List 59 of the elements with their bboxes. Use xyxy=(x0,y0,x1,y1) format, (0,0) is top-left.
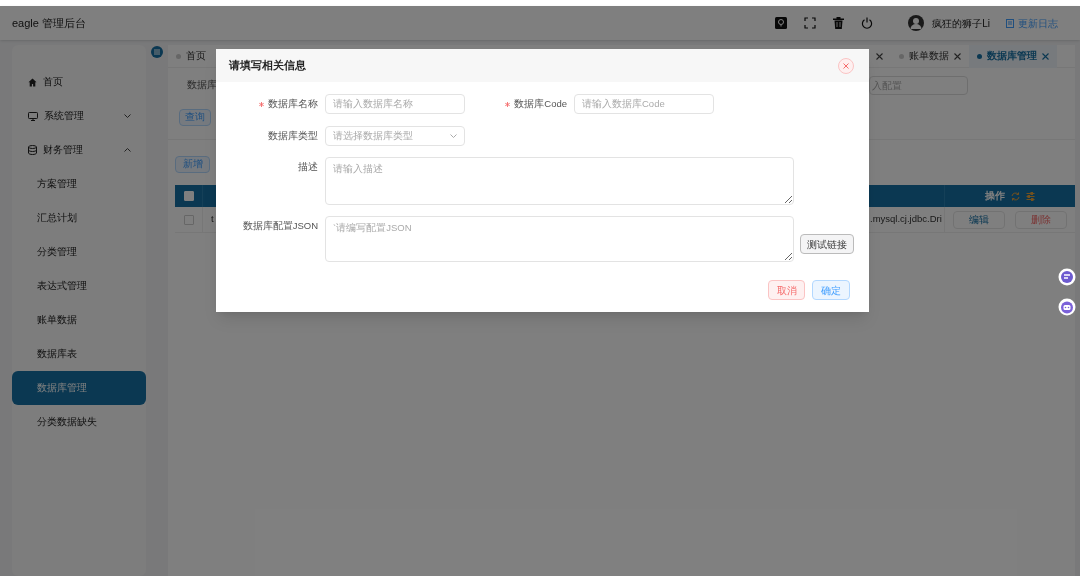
home-icon xyxy=(28,77,37,87)
required-icon xyxy=(505,101,511,107)
menu-icon[interactable] xyxy=(151,46,163,58)
edit-button[interactable]: 编辑 xyxy=(953,210,1005,229)
column-header: 操作 xyxy=(985,188,1005,203)
table-cell: .mysql.cj.jdbc.Dri xyxy=(870,212,942,227)
close-icon xyxy=(843,62,849,69)
document-icon xyxy=(1006,18,1014,28)
field-label: 数据库Code xyxy=(514,96,567,111)
menu-item[interactable]: 系统管理 xyxy=(12,99,146,133)
input-field[interactable]: 请输入数据库名称 xyxy=(325,94,465,114)
database-icon xyxy=(28,145,37,155)
submenu-item[interactable]: 分类数据缺失 xyxy=(12,405,146,439)
text-area[interactable]: `请编写配置JSON xyxy=(325,216,794,262)
field-label: 数据库 xyxy=(187,77,217,92)
menu-item[interactable]: 首页 xyxy=(12,65,146,99)
submenu-item[interactable]: 分类管理 xyxy=(12,235,146,269)
submenu-item[interactable]: 数据库表 xyxy=(12,337,146,371)
checkbox[interactable] xyxy=(183,214,194,225)
dot-icon xyxy=(977,53,982,59)
submenu-item[interactable]: 表达式管理 xyxy=(12,269,146,303)
close-icon[interactable] xyxy=(954,52,961,60)
power-icon[interactable] xyxy=(861,17,874,29)
fullscreen-icon[interactable] xyxy=(804,17,817,29)
submenu-item[interactable]: 方案管理 xyxy=(12,167,146,201)
menu-item[interactable]: 财务管理 xyxy=(12,133,146,167)
close-icon[interactable] xyxy=(1042,52,1049,60)
avatar-icon[interactable] xyxy=(908,15,925,31)
tab[interactable]: 数据库管理 xyxy=(969,44,1057,68)
chevron-icon xyxy=(450,134,457,138)
field-label: 描述 xyxy=(298,160,318,174)
delete-button[interactable]: 删除 xyxy=(1015,210,1067,229)
cancel-button[interactable]: 取消 xyxy=(768,280,805,300)
close-icon[interactable] xyxy=(876,52,883,60)
field-label: 数据库类型 xyxy=(268,128,318,143)
tab[interactable]: 账单数据 xyxy=(891,44,969,68)
monitor-icon xyxy=(28,111,38,121)
text-area[interactable]: 请输入描述 xyxy=(325,157,794,205)
dot-icon xyxy=(176,53,181,59)
test-connection-button[interactable]: 测试链接 xyxy=(800,234,854,254)
tab[interactable]: 首页 xyxy=(168,44,214,68)
select-field[interactable]: 请选择数据库类型 xyxy=(325,126,465,146)
dot-icon xyxy=(899,53,904,59)
submenu-item[interactable]: 汇总计划 xyxy=(12,201,146,235)
trash-icon[interactable] xyxy=(833,17,845,29)
dialog-title: 请填写相关信息 xyxy=(229,57,306,73)
submenu-item[interactable]: 数据库管理 xyxy=(12,371,146,405)
close-button[interactable] xyxy=(838,57,854,74)
app-title: eagle 管理后台 xyxy=(12,15,86,31)
table-cell: t xyxy=(211,212,214,227)
field-label: 数据库配置JSON xyxy=(242,219,318,233)
required-icon xyxy=(259,101,264,107)
chat-bubble-icon[interactable] xyxy=(1058,268,1076,286)
confirm-button[interactable]: 确定 xyxy=(812,280,850,300)
input-field[interactable]: 请输入数据库Code xyxy=(574,94,714,114)
robot-icon[interactable] xyxy=(1058,298,1076,316)
field-label: 数据库名称 xyxy=(268,96,318,111)
submenu-item[interactable]: 账单数据 xyxy=(12,303,146,337)
user-name[interactable]: 疯狂的狮子Li xyxy=(932,15,990,31)
